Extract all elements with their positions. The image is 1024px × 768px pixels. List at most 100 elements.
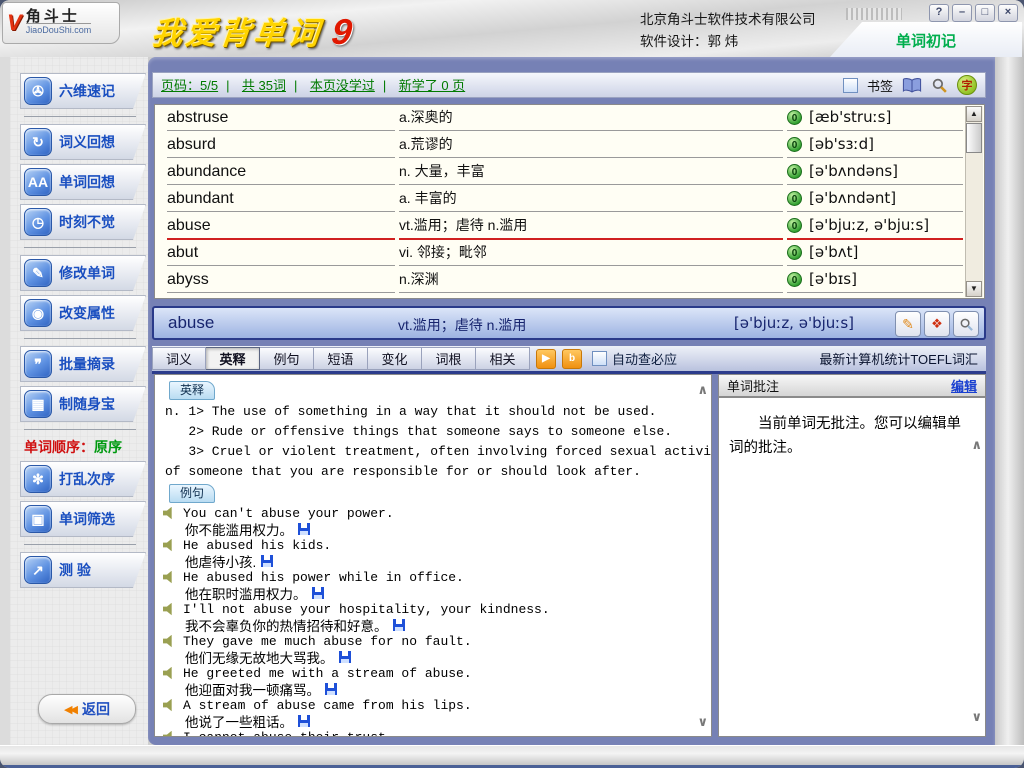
sidebar-button[interactable]: ◉ 改变属性 bbox=[20, 295, 146, 331]
word-definition: a.深奥的 bbox=[399, 105, 783, 131]
example-chinese: 他在职时滥用权力。 bbox=[185, 583, 307, 603]
word-list-row[interactable]: abuse vt.滥用；虐待 n.滥用 0 [ə'bjuːz, ə'bjuːs] bbox=[155, 213, 984, 240]
mode-tab-label: 单词初记 bbox=[896, 30, 956, 51]
help-button[interactable]: ? bbox=[929, 4, 949, 22]
sidebar-button[interactable]: ↗ 测 验 bbox=[20, 552, 146, 588]
back-button[interactable]: ◀◀ 返回 bbox=[38, 694, 136, 724]
edit-word-button[interactable]: ✎ bbox=[895, 311, 921, 337]
tab[interactable]: 英释 bbox=[206, 347, 260, 370]
word-detail-panel: 英释 n. 1> The use of something in a way t… bbox=[154, 374, 712, 737]
speaker-icon[interactable] bbox=[163, 539, 177, 552]
example-chinese: 他说了一些粗话。 bbox=[185, 711, 293, 731]
play-audio-button[interactable]: ▶ bbox=[536, 349, 556, 369]
scroll-down-chevron[interactable]: ∨ bbox=[942, 706, 982, 730]
search-icon[interactable] bbox=[931, 77, 948, 94]
scroll-up-chevron[interactable]: ∧ bbox=[942, 434, 982, 458]
tab[interactable]: 词根 bbox=[422, 347, 476, 370]
sidebar-button[interactable]: ✻ 打乱次序 bbox=[20, 461, 146, 497]
annotation-edit-link[interactable]: 编辑 bbox=[951, 376, 977, 395]
review-count-badge: 0 bbox=[787, 137, 802, 152]
back-button-label: 返回 bbox=[82, 699, 110, 719]
word-list-row[interactable]: abut vi. 邻接；毗邻 0 [ə'bʌt] bbox=[155, 240, 984, 267]
sidebar-button[interactable]: AA 单词回想 bbox=[20, 164, 146, 200]
tab[interactable]: 相关 bbox=[476, 347, 530, 370]
speaker-icon[interactable] bbox=[163, 699, 177, 712]
example-item: I cannot abuse their trust. bbox=[163, 729, 691, 737]
mark-word-button[interactable]: ❖ bbox=[924, 311, 950, 337]
bing-search-button[interactable]: b bbox=[562, 349, 582, 369]
tab[interactable]: 短语 bbox=[314, 347, 368, 370]
minimize-button[interactable]: – bbox=[952, 4, 972, 22]
save-example-icon[interactable] bbox=[261, 555, 273, 567]
tab[interactable]: 变化 bbox=[368, 347, 422, 370]
save-example-icon[interactable] bbox=[298, 523, 310, 535]
word-definition: vi. 邻接；毗邻 bbox=[399, 240, 783, 266]
speaker-icon[interactable] bbox=[163, 667, 177, 680]
scroll-down-arrow[interactable]: ▼ bbox=[966, 281, 982, 297]
sidebar-button-label: 时刻不觉 bbox=[59, 212, 115, 232]
sidebar-button-icon: ✇ bbox=[24, 77, 52, 105]
back-arrow-icon: ◀◀ bbox=[64, 703, 75, 716]
close-button[interactable]: × bbox=[998, 4, 1018, 22]
decorative-vents bbox=[846, 8, 902, 20]
word-definition: a. 丰富的 bbox=[399, 186, 783, 212]
save-example-icon[interactable] bbox=[339, 651, 351, 663]
sidebar-button[interactable]: ✎ 修改单词 bbox=[20, 255, 146, 291]
scroll-down-chevron[interactable]: ∨ bbox=[697, 715, 708, 730]
tab[interactable]: 词义 bbox=[152, 347, 206, 370]
word-list-row[interactable]: abundant a. 丰富的 0 [ə'bʌndənt] bbox=[155, 186, 984, 213]
dictionary-book-icon[interactable] bbox=[902, 78, 922, 93]
speaker-icon[interactable] bbox=[163, 635, 177, 648]
save-example-icon[interactable] bbox=[298, 715, 310, 727]
lookup-word-button[interactable] bbox=[953, 311, 979, 337]
definition-line: 2> Rude or offensive things that someone… bbox=[165, 422, 691, 442]
sidebar-button-label: 打乱次序 bbox=[59, 469, 115, 489]
auto-query-checkbox[interactable] bbox=[592, 351, 607, 366]
speaker-icon[interactable] bbox=[163, 731, 177, 738]
bookmark-checkbox[interactable] bbox=[843, 78, 858, 93]
app-title: 我爱背单词9 bbox=[150, 8, 358, 53]
app-title-text: 我爱背单词 bbox=[150, 16, 324, 51]
sidebar-button-label: 批量摘录 bbox=[59, 354, 115, 374]
selected-word-phonetic: [ə'bjuːz, ə'bjuːs] bbox=[734, 314, 854, 332]
sidebar-button-icon: ▦ bbox=[24, 390, 52, 418]
scrollbar-thumb[interactable] bbox=[966, 123, 982, 153]
review-count-badge: 0 bbox=[787, 191, 802, 206]
speaker-icon[interactable] bbox=[163, 507, 177, 520]
divider bbox=[24, 429, 136, 430]
word-text: abundance bbox=[167, 159, 395, 185]
word-list: abstruse a.深奥的 0 [æb'struːs] absurd a.荒谬… bbox=[154, 104, 985, 299]
save-example-icon[interactable] bbox=[312, 587, 324, 599]
divider bbox=[24, 544, 136, 545]
maximize-button[interactable]: □ bbox=[975, 4, 995, 22]
word-list-row[interactable]: abyss n.深渊 0 [ə'bɪs] bbox=[155, 267, 984, 294]
word-list-scrollbar[interactable]: ▲ ▼ bbox=[965, 106, 983, 297]
sidebar-button[interactable]: ❞ 批量摘录 bbox=[20, 346, 146, 382]
sidebar-button[interactable]: ✇ 六维速记 bbox=[20, 73, 146, 109]
divider bbox=[24, 247, 136, 248]
font-settings-icon[interactable]: 字 bbox=[957, 75, 977, 95]
word-list-row[interactable]: abstruse a.深奥的 0 [æb'struːs] bbox=[155, 105, 984, 132]
review-count-badge: 0 bbox=[787, 218, 802, 233]
sidebar-button[interactable]: ▦ 制随身宝 bbox=[20, 386, 146, 422]
example-chinese: 他迎面对我一顿痛骂。 bbox=[185, 679, 320, 699]
example-chinese: 你不能滥用权力。 bbox=[185, 519, 293, 539]
save-example-icon[interactable] bbox=[393, 619, 405, 631]
mode-tab: 单词初记 bbox=[830, 22, 1022, 57]
word-list-row[interactable]: abundance n. 大量，丰富 0 [ə'bʌndəns] bbox=[155, 159, 984, 186]
word-list-row[interactable]: absurd a.荒谬的 0 [əb'sɜːd] bbox=[155, 132, 984, 159]
speaker-icon[interactable] bbox=[163, 603, 177, 616]
scroll-up-chevron[interactable]: ∧ bbox=[697, 383, 708, 398]
save-example-icon[interactable] bbox=[325, 683, 337, 695]
example-chinese: 他虐待小孩. bbox=[185, 551, 256, 571]
tab[interactable]: 例句 bbox=[260, 347, 314, 370]
definition-line: of someone that you are responsible for … bbox=[165, 462, 691, 482]
sidebar-button[interactable]: ▣ 单词筛选 bbox=[20, 501, 146, 537]
app-version: 9 bbox=[330, 11, 357, 52]
word-order-value: 原序 bbox=[94, 439, 122, 455]
word-text: abyss bbox=[167, 267, 395, 293]
scroll-up-arrow[interactable]: ▲ bbox=[966, 106, 982, 122]
speaker-icon[interactable] bbox=[163, 571, 177, 584]
sidebar-button[interactable]: ◷ 时刻不觉 bbox=[20, 204, 146, 240]
sidebar-button[interactable]: ↻ 词义回想 bbox=[20, 124, 146, 160]
